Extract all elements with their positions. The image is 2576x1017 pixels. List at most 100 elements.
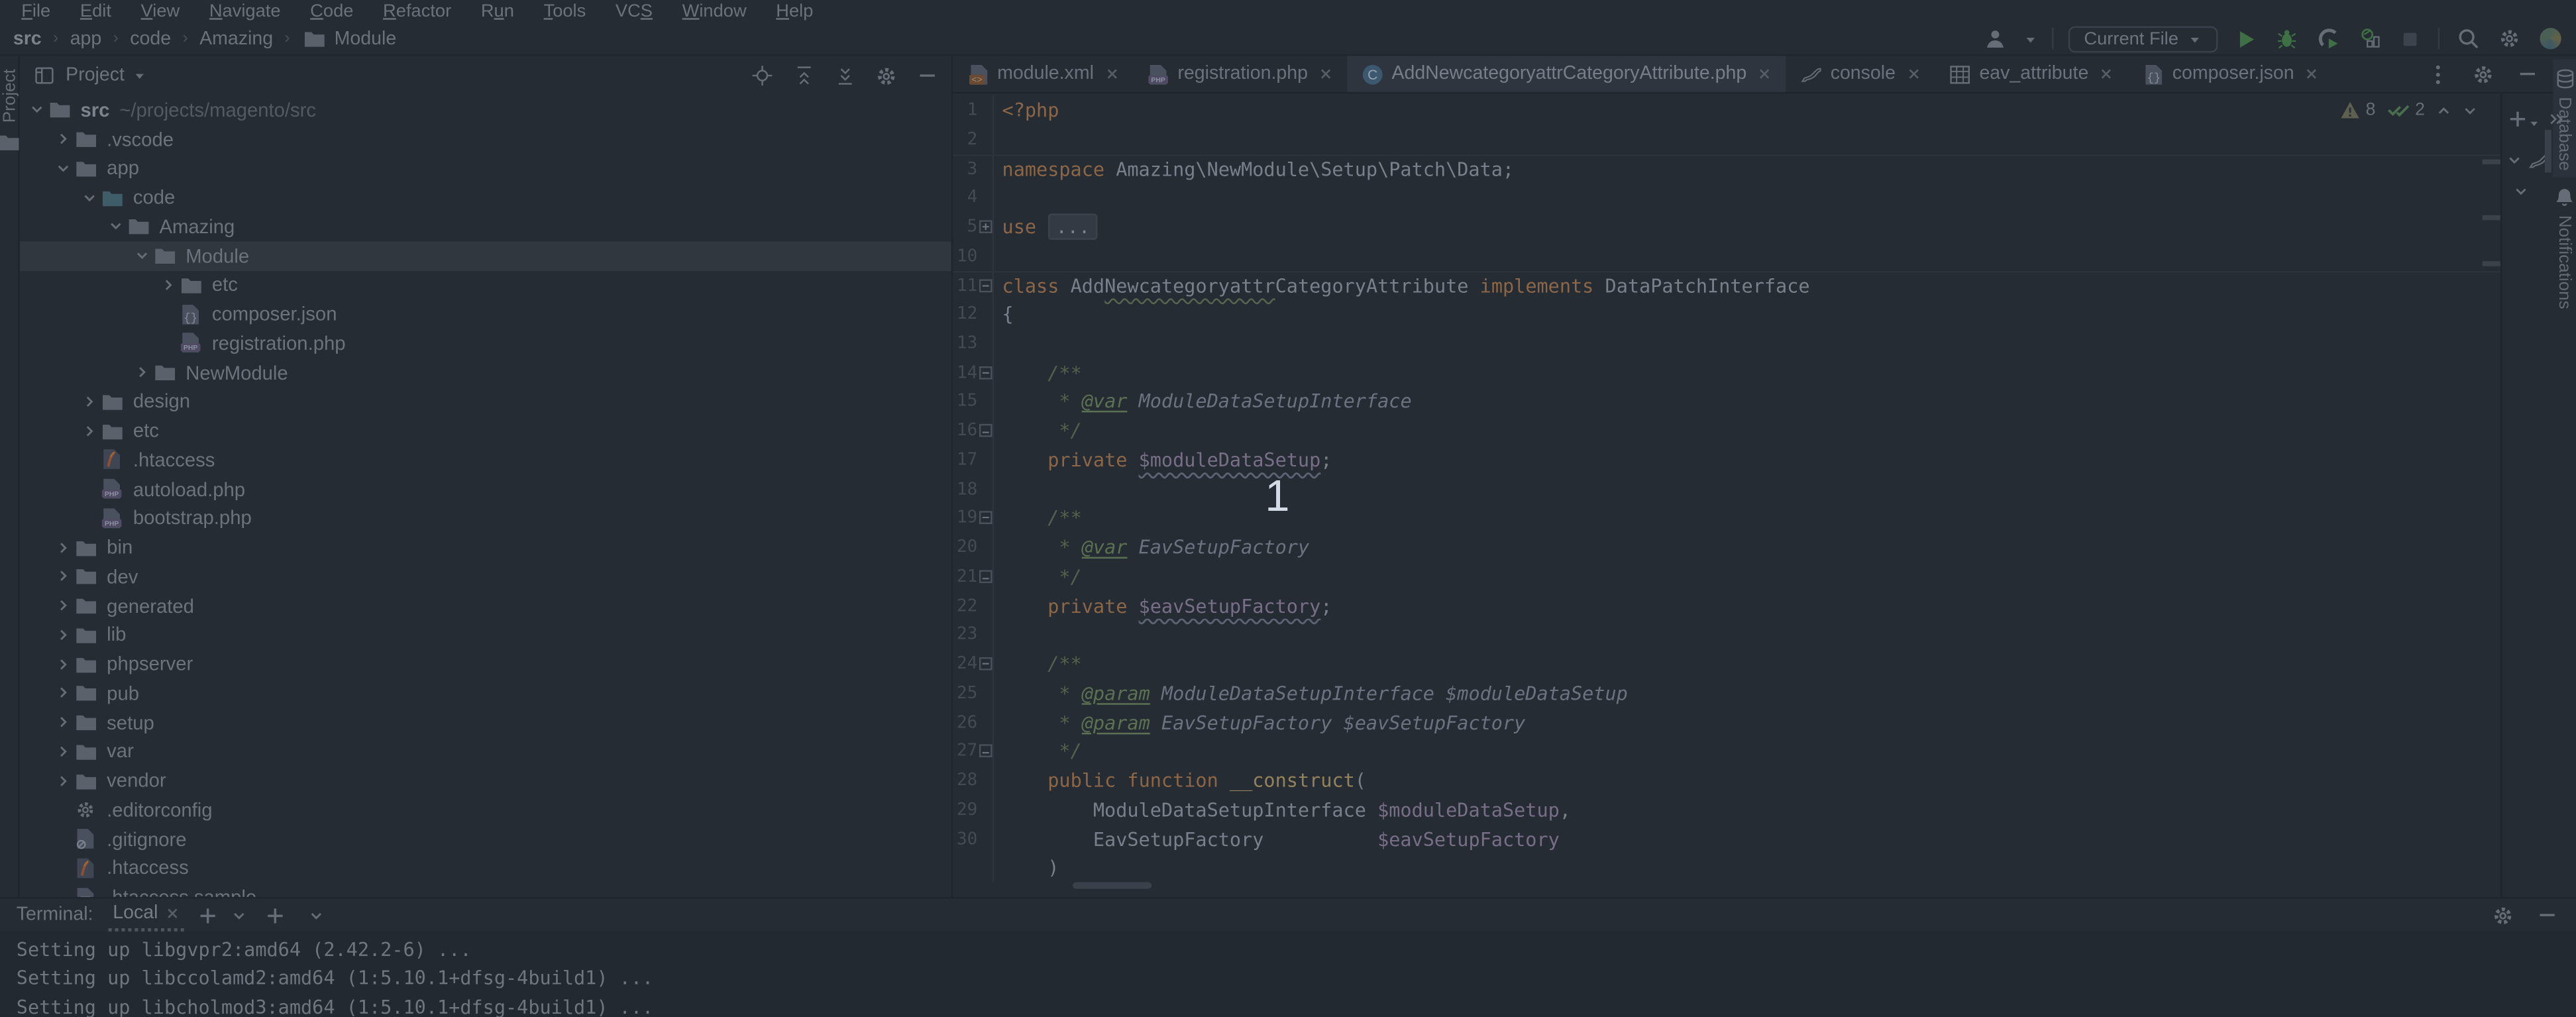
expand-button[interactable] (2548, 105, 2565, 132)
chevron-right-icon[interactable] (56, 715, 70, 729)
chevron-right-icon[interactable] (56, 627, 70, 642)
tree-item-bin[interactable]: bin (20, 533, 951, 562)
stop-button[interactable] (2397, 25, 2424, 52)
horizontal-scrollbar-thumb[interactable] (1073, 883, 1152, 889)
chevron-right-icon[interactable] (56, 744, 70, 759)
tab-addnewcategoryattrcategoryattribute-php[interactable]: CAddNewcategoryattrCategoryAttribute.php (1347, 56, 1786, 92)
tree-item-etc[interactable]: etc (20, 416, 951, 445)
minus-icon[interactable] (2514, 61, 2540, 87)
debug-button[interactable] (2274, 25, 2300, 52)
close-icon[interactable] (166, 907, 180, 920)
menu-file[interactable]: File (7, 0, 66, 23)
fold-minus-icon[interactable] (977, 279, 992, 292)
fold-plus-icon[interactable] (977, 220, 992, 233)
terminal-tab-dropdown[interactable] (232, 908, 246, 922)
tree-item-newmodule[interactable]: NewModule (20, 358, 951, 387)
chevron-down-icon[interactable] (134, 248, 149, 263)
fold-minus-icon[interactable] (977, 657, 992, 670)
tree-item-pub[interactable]: pub (20, 678, 951, 708)
more-icon[interactable] (2425, 61, 2451, 87)
menu-code[interactable]: Code (295, 0, 368, 23)
settings-button[interactable] (2495, 25, 2522, 52)
tree-item-generated[interactable]: generated (20, 591, 951, 620)
menu-vcs[interactable]: VCS (601, 0, 668, 23)
fold-minus-icon[interactable] (977, 366, 992, 379)
fold-minus-icon[interactable] (977, 511, 992, 525)
fold-end-icon[interactable] (977, 745, 992, 758)
tree-item-code[interactable]: code (20, 183, 951, 212)
chevron-down-icon[interactable] (109, 219, 123, 234)
profile-button[interactable] (1982, 25, 2009, 52)
menu-window[interactable]: Window (667, 0, 761, 23)
tree-item-vendor[interactable]: vendor (20, 766, 951, 795)
tab-eav-attribute[interactable]: eav_attribute (1935, 56, 2127, 92)
breadcrumb-item-module[interactable]: Module (301, 25, 396, 52)
chevron-right-icon[interactable] (56, 540, 70, 555)
close-icon[interactable] (1105, 68, 1118, 81)
chevron-right-icon[interactable] (161, 278, 176, 292)
minus-icon[interactable] (914, 62, 940, 89)
minus-icon[interactable] (2534, 902, 2560, 928)
tree-item-autoload-php[interactable]: PHPautoload.php (20, 474, 951, 504)
next-problem-button[interactable] (2463, 103, 2477, 117)
collapse-node-icon[interactable] (2507, 178, 2534, 204)
chevron-right-icon[interactable] (56, 569, 70, 584)
project-panel-title[interactable]: Project (66, 66, 125, 85)
chevron-down-icon[interactable] (303, 902, 329, 928)
inspections-widget[interactable]: 8 2 (2339, 100, 2477, 120)
tree-item-setup[interactable]: setup (20, 708, 951, 737)
new-terminal-button[interactable] (199, 906, 217, 924)
chevron-right-icon[interactable] (56, 773, 70, 788)
tree-item-bootstrap-php[interactable]: PHPbootstrap.php (20, 504, 951, 533)
tree-item--htaccess[interactable]: .htaccess (20, 445, 951, 474)
tree-item-src[interactable]: src~/projects/magento/src (20, 95, 951, 125)
collapse-node-icon[interactable] (2507, 146, 2522, 173)
close-icon[interactable] (1907, 68, 1920, 81)
fold-end-icon[interactable] (977, 570, 992, 583)
tree-item-etc[interactable]: etc (20, 270, 951, 299)
database-tree-row[interactable] (2502, 172, 2553, 203)
code-editor[interactable]: 1<?php23namespace Amazing\NewModule\Setu… (953, 93, 2500, 897)
close-icon[interactable] (1758, 68, 1772, 81)
tab-registration-php[interactable]: PHPregistration.php (1133, 56, 1347, 92)
collapse-all-icon[interactable] (790, 62, 817, 89)
run-config-selector[interactable]: Current File (2068, 25, 2218, 52)
menu-navigate[interactable]: Navigate (195, 0, 295, 23)
prev-problem-button[interactable] (2436, 103, 2451, 117)
chevron-down-icon[interactable] (30, 103, 44, 117)
chevron-right-icon[interactable] (82, 423, 97, 438)
terminal-tab-local[interactable]: Local (108, 898, 184, 932)
tree-item--editorconfig[interactable]: .editorconfig (20, 795, 951, 824)
chevron-right-icon[interactable] (82, 394, 97, 409)
tree-item--htaccess-sample[interactable]: .htaccess.sample (20, 883, 951, 897)
gear-icon[interactable] (873, 62, 899, 89)
close-icon[interactable] (1319, 68, 1332, 81)
gear-icon[interactable] (2489, 902, 2516, 928)
close-icon[interactable] (2100, 68, 2114, 81)
profiler-button[interactable] (2356, 25, 2383, 52)
breadcrumb-item-src[interactable]: src (13, 28, 42, 48)
tree-item-lib[interactable]: lib (20, 620, 951, 649)
menu-help[interactable]: Help (761, 0, 828, 23)
menu-view[interactable]: View (126, 0, 194, 23)
tree-item--vscode[interactable]: .vscode (20, 125, 951, 154)
tab-module-xml[interactable]: <>module.xml (953, 56, 1133, 92)
chevron-right-icon[interactable] (134, 365, 149, 380)
breadcrumb-item-app[interactable]: app (70, 28, 102, 48)
chevron-right-icon[interactable] (56, 686, 70, 700)
tree-item-amazing[interactable]: Amazing (20, 212, 951, 241)
chevron-down-icon[interactable] (56, 161, 70, 176)
run-button[interactable] (2233, 25, 2259, 52)
editor-scrollbar[interactable] (2486, 120, 2497, 304)
tree-item-var[interactable]: var (20, 737, 951, 766)
chevron-right-icon[interactable] (56, 132, 70, 146)
add-button[interactable] (2508, 105, 2526, 132)
close-icon[interactable] (2306, 68, 2319, 81)
tree-item-app[interactable]: app (20, 154, 951, 183)
gear-icon[interactable] (2469, 61, 2496, 87)
tree-item-dev[interactable]: dev (20, 562, 951, 591)
breadcrumb-item-amazing[interactable]: Amazing (199, 28, 273, 48)
chevron-down-icon[interactable] (82, 190, 97, 205)
tree-item-design[interactable]: design (20, 387, 951, 416)
menu-refactor[interactable]: Refactor (368, 0, 466, 23)
